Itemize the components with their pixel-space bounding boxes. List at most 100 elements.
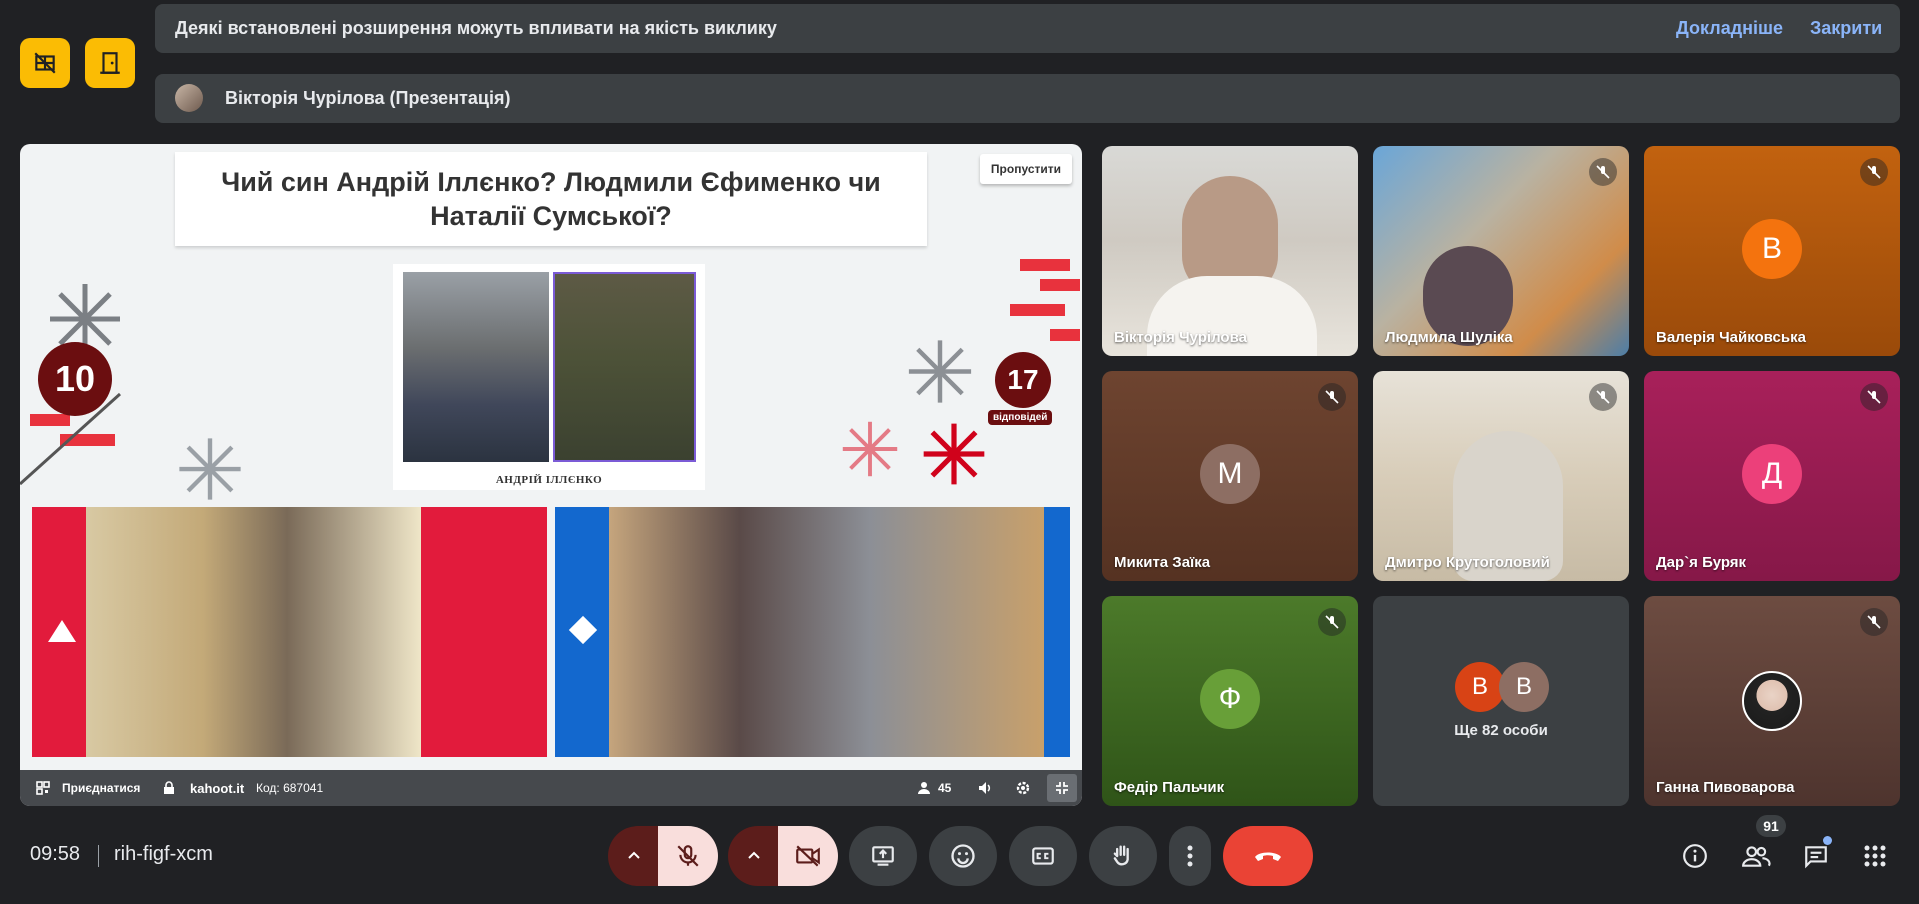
participant-name: Дмитро Крутоголовий — [1385, 554, 1550, 571]
participant-tile[interactable]: Ф Федір Пальчик — [1102, 596, 1358, 806]
more-participants-label: Ще 82 особи — [1454, 722, 1548, 739]
camera-toggle-button[interactable] — [778, 826, 838, 886]
participant-name: Людмила Шуліка — [1385, 329, 1513, 346]
answers-count: 17 — [995, 352, 1051, 408]
snowflake-decoration-icon — [179, 438, 241, 500]
participant-name: Дар`я Буряк — [1656, 554, 1747, 571]
meeting-clock: 09:58 — [30, 843, 81, 865]
notice-message: Деякі встановлені розширення можуть впли… — [175, 18, 777, 38]
player-count: 45 — [938, 781, 952, 795]
people-button[interactable] — [1736, 836, 1776, 876]
divider — [98, 845, 99, 867]
kahoot-bottom-bar: Приєднатися kahoot.it Код: 687041 45 — [20, 770, 1082, 806]
volume-icon[interactable] — [978, 781, 994, 795]
mic-off-icon — [1318, 608, 1346, 636]
participant-tile[interactable]: Дмитро Крутоголовий — [1373, 371, 1629, 581]
settings-icon[interactable] — [1015, 780, 1031, 796]
participant-avatar: Д — [1742, 444, 1802, 504]
mic-off-icon — [1860, 383, 1888, 411]
participant-name: Ганна Пивоварова — [1656, 779, 1795, 796]
participant-avatar: В — [1455, 662, 1505, 712]
skip-button[interactable]: Пропустити — [979, 154, 1072, 184]
meeting-code: rih-figf-xcm — [114, 843, 213, 865]
chat-icon — [1805, 846, 1827, 869]
present-screen-button[interactable] — [849, 826, 917, 886]
join-label[interactable]: Приєднатися — [62, 781, 140, 795]
player-icon — [918, 782, 930, 794]
raise-hand-button[interactable] — [1089, 826, 1157, 886]
mic-toggle-button[interactable] — [658, 826, 718, 886]
cross-stitch-decoration-icon — [1010, 259, 1080, 341]
exit-fullscreen-icon — [1056, 782, 1068, 794]
meeting-details-button[interactable] — [1675, 836, 1715, 876]
info-icon — [1683, 844, 1707, 868]
more-vert-icon — [1187, 845, 1193, 867]
triangle-icon — [48, 620, 76, 642]
chat-button[interactable] — [1796, 836, 1836, 876]
mic-off-icon — [1589, 383, 1617, 411]
diamond-icon — [568, 615, 598, 645]
presenter-banner: Вікторія Чурілова (Презентація) — [155, 74, 1900, 123]
learn-more-link[interactable]: Докладніше — [1676, 18, 1783, 39]
participant-tile[interactable]: Д Дар`я Буряк — [1644, 371, 1900, 581]
participant-name: Вікторія Чурілова — [1114, 329, 1247, 346]
captions-icon — [1032, 847, 1054, 865]
participant-tile[interactable]: В Валерія Чайковська — [1644, 146, 1900, 356]
answers-label: відповідей — [988, 410, 1053, 425]
mic-off-icon — [677, 845, 699, 867]
hide-self-view-button[interactable] — [20, 38, 70, 88]
participant-name: Микита Заїка — [1114, 554, 1211, 571]
participant-avatar: Ф — [1200, 669, 1260, 729]
emoji-icon — [951, 844, 975, 868]
answer-image-1 — [86, 507, 421, 757]
present-screen-icon — [872, 846, 894, 866]
snowflake-decoration-icon — [908, 340, 972, 403]
mic-off-icon — [1860, 158, 1888, 186]
leave-call-button[interactable] — [1223, 826, 1313, 886]
snowflake-decoration-icon — [923, 423, 985, 485]
reactions-button[interactable] — [929, 826, 997, 886]
answer-option-diamond[interactable] — [555, 507, 1070, 757]
chevron-up-icon — [748, 851, 760, 859]
unread-dot — [1823, 836, 1832, 845]
exit-fullscreen-button[interactable] — [1047, 774, 1077, 802]
camera-off-icon — [796, 845, 820, 867]
participant-name: Федір Пальчик — [1114, 779, 1225, 796]
participant-avatar: В — [1742, 219, 1802, 279]
answer-image-2 — [609, 507, 1044, 757]
close-notice-link[interactable]: Закрити — [1810, 18, 1882, 39]
people-icon — [1742, 846, 1771, 867]
photo-parliament — [403, 272, 549, 462]
mic-off-icon — [1860, 608, 1888, 636]
door-icon — [100, 52, 120, 74]
activities-button[interactable] — [1855, 836, 1895, 876]
apps-grid-icon — [1864, 845, 1886, 867]
chevron-up-icon — [628, 851, 640, 859]
lock-icon — [164, 781, 174, 794]
video-options-button[interactable] — [728, 826, 780, 886]
video-grid-off-icon — [34, 52, 56, 74]
extensions-notice-banner: Деякі встановлені розширення можуть впли… — [155, 4, 1900, 53]
door-button[interactable] — [85, 38, 135, 88]
more-options-button[interactable] — [1169, 826, 1211, 886]
presentation-view: Чий син Андрій Іллєнко? Людмили Єфименко… — [20, 144, 1082, 806]
presenter-label: Вікторія Чурілова (Презентація) — [225, 88, 511, 108]
more-participants-tile[interactable]: В В Ще 82 особи — [1373, 596, 1629, 806]
participant-tile[interactable]: Ганна Пивоварова — [1644, 596, 1900, 806]
quiz-question: Чий син Андрій Іллєнко? Людмили Єфименко… — [175, 152, 927, 246]
question-photo: АНДРІЙ ІЛЛЄНКО — [393, 264, 705, 490]
kahoot-site: kahoot.it — [190, 780, 245, 796]
participant-tile[interactable]: Людмила Шуліка — [1373, 146, 1629, 356]
captions-button[interactable] — [1009, 826, 1077, 886]
snowflake-decoration-icon — [842, 421, 898, 477]
game-code: Код: 687041 — [256, 781, 324, 795]
answer-option-triangle[interactable] — [32, 507, 547, 757]
qr-code-icon[interactable] — [36, 781, 50, 795]
mic-off-icon — [1318, 383, 1346, 411]
participant-avatar: М — [1200, 444, 1260, 504]
quiz-timer: 10 — [38, 342, 112, 416]
participant-tile[interactable]: М Микита Заїка — [1102, 371, 1358, 581]
photo-caption: АНДРІЙ ІЛЛЄНКО — [495, 474, 603, 486]
audio-options-button[interactable] — [608, 826, 660, 886]
participant-tile[interactable]: Вікторія Чурілова — [1102, 146, 1358, 356]
